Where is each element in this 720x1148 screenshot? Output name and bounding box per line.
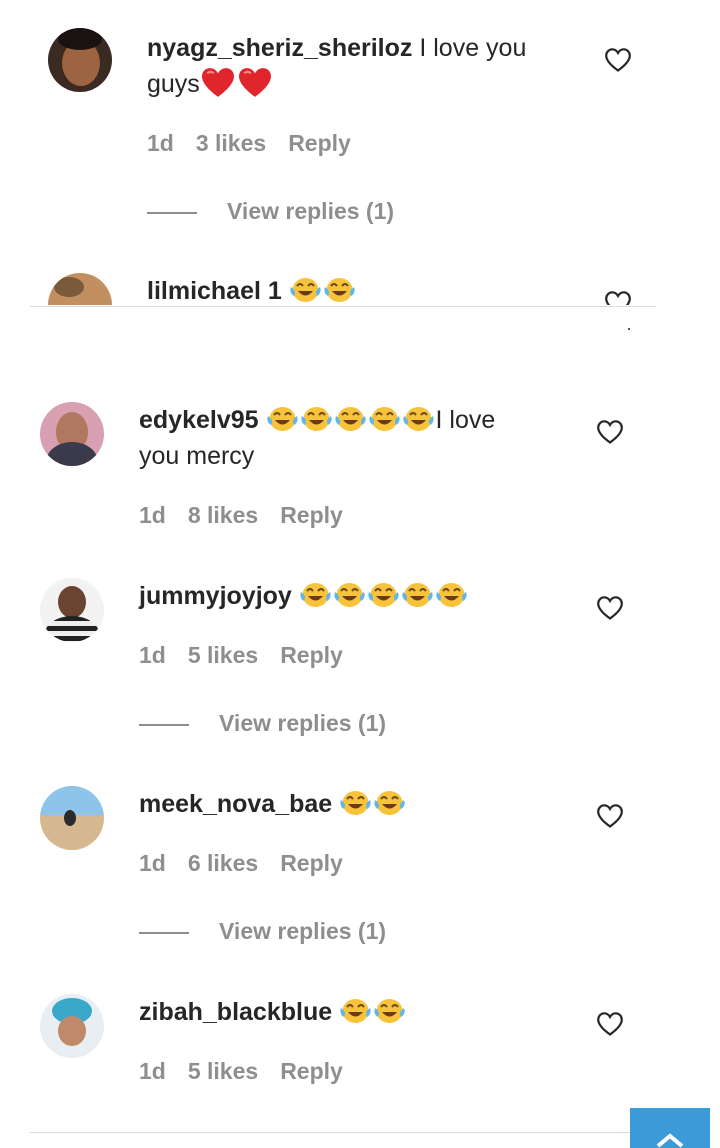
view-replies-label: View replies (1) bbox=[219, 710, 387, 736]
laugh-emoji-icon bbox=[300, 405, 333, 433]
laugh-emoji-icon bbox=[367, 581, 400, 609]
like-heart-icon[interactable] bbox=[596, 1011, 624, 1037]
laugh-emoji-icon bbox=[435, 581, 468, 609]
comment-likes[interactable]: 8 likes bbox=[188, 502, 258, 528]
comment-username[interactable]: jummyjoyjoy bbox=[139, 582, 292, 610]
comment-text: you mercy bbox=[139, 442, 255, 470]
laugh-emoji-icon bbox=[339, 997, 372, 1025]
comment-username[interactable]: lilmichael 1 bbox=[147, 277, 282, 305]
bottom-divider bbox=[30, 1132, 630, 1133]
comment-likes[interactable]: 6 likes bbox=[188, 850, 258, 876]
avatar[interactable] bbox=[40, 578, 104, 642]
scroll-to-top-button[interactable] bbox=[630, 1108, 710, 1148]
comment-meta: 1d 5 likes Reply bbox=[139, 642, 365, 669]
comment-likes[interactable]: 3 likes bbox=[196, 130, 266, 156]
comment-text: I love bbox=[435, 406, 496, 434]
comment-time: 1d bbox=[139, 502, 166, 528]
comment-text: guys bbox=[147, 70, 200, 98]
comment-text: I love you bbox=[419, 34, 527, 62]
laugh-emoji-icon bbox=[368, 405, 401, 433]
laugh-emoji-icon bbox=[299, 581, 332, 609]
comment-body: jummyjoyjoy bbox=[139, 578, 579, 614]
comment-username[interactable]: edykelv95 bbox=[139, 406, 259, 434]
view-replies-button[interactable]: View replies (1) bbox=[139, 710, 386, 737]
view-replies-label: View replies (1) bbox=[227, 198, 395, 224]
laugh-emoji-icon bbox=[339, 789, 372, 817]
comment-time: 1d bbox=[139, 1058, 166, 1084]
laugh-emoji-icon bbox=[401, 581, 434, 609]
like-heart-icon[interactable] bbox=[604, 47, 632, 73]
comment-username[interactable]: meek_nova_bae bbox=[139, 790, 332, 818]
laugh-emoji-icon bbox=[402, 405, 435, 433]
view-replies-label: View replies (1) bbox=[219, 918, 387, 944]
comment-time: 1d bbox=[139, 850, 166, 876]
laugh-emoji-icon bbox=[266, 405, 299, 433]
reply-button[interactable]: Reply bbox=[280, 642, 343, 668]
laugh-emoji-icon bbox=[289, 276, 322, 304]
like-heart-icon[interactable] bbox=[596, 419, 624, 445]
comment-likes[interactable]: 5 likes bbox=[188, 642, 258, 668]
reply-button[interactable]: Reply bbox=[280, 502, 343, 528]
chevron-up-icon bbox=[656, 1133, 684, 1148]
view-replies-line bbox=[139, 723, 189, 726]
comment-meta: 1d 3 likes Reply bbox=[147, 130, 373, 157]
stray-dot bbox=[628, 328, 630, 330]
comment-meta: 1d 8 likes Reply bbox=[139, 502, 365, 529]
comment-username[interactable]: zibah_blackblue bbox=[139, 998, 332, 1026]
comment-likes[interactable]: 5 likes bbox=[188, 1058, 258, 1084]
like-heart-icon[interactable] bbox=[596, 803, 624, 829]
comment-body: edykelv95 I love you mercy bbox=[139, 402, 579, 474]
comment-body: zibah_blackblue bbox=[139, 994, 579, 1030]
avatar[interactable] bbox=[40, 402, 104, 466]
reply-button[interactable]: Reply bbox=[280, 850, 343, 876]
like-heart-icon[interactable] bbox=[596, 595, 624, 621]
comment-time: 1d bbox=[147, 130, 174, 156]
avatar[interactable] bbox=[40, 786, 104, 850]
reply-button[interactable]: Reply bbox=[288, 130, 351, 156]
avatar[interactable] bbox=[40, 994, 104, 1058]
view-replies-button[interactable]: View replies (1) bbox=[147, 198, 394, 225]
laugh-emoji-icon bbox=[323, 276, 356, 304]
comment-meta: 1d 6 likes Reply bbox=[139, 850, 365, 877]
comment-username[interactable]: nyagz_sheriz_sheriloz bbox=[147, 34, 412, 62]
comment-item-clipped: lilmichael 1 bbox=[0, 255, 720, 305]
comment-meta: 1d 5 likes Reply bbox=[139, 1058, 365, 1085]
like-heart-icon[interactable] bbox=[604, 290, 632, 305]
view-replies-button[interactable]: View replies (1) bbox=[139, 918, 386, 945]
view-replies-line bbox=[147, 211, 197, 214]
red-heart-icon bbox=[237, 67, 273, 99]
laugh-emoji-icon bbox=[333, 581, 366, 609]
comment-body: meek_nova_bae bbox=[139, 786, 579, 822]
red-heart-icon bbox=[200, 67, 236, 99]
reply-button[interactable]: Reply bbox=[280, 1058, 343, 1084]
avatar[interactable] bbox=[48, 273, 112, 305]
comment-time: 1d bbox=[139, 642, 166, 668]
comment-body: nyagz_sheriz_sheriloz I love you guys bbox=[147, 30, 587, 102]
laugh-emoji-icon bbox=[334, 405, 367, 433]
comment-body: lilmichael 1 bbox=[147, 273, 587, 305]
avatar[interactable] bbox=[48, 28, 112, 92]
laugh-emoji-icon bbox=[373, 789, 406, 817]
view-replies-line bbox=[139, 931, 189, 934]
laugh-emoji-icon bbox=[373, 997, 406, 1025]
section-divider bbox=[30, 306, 656, 307]
